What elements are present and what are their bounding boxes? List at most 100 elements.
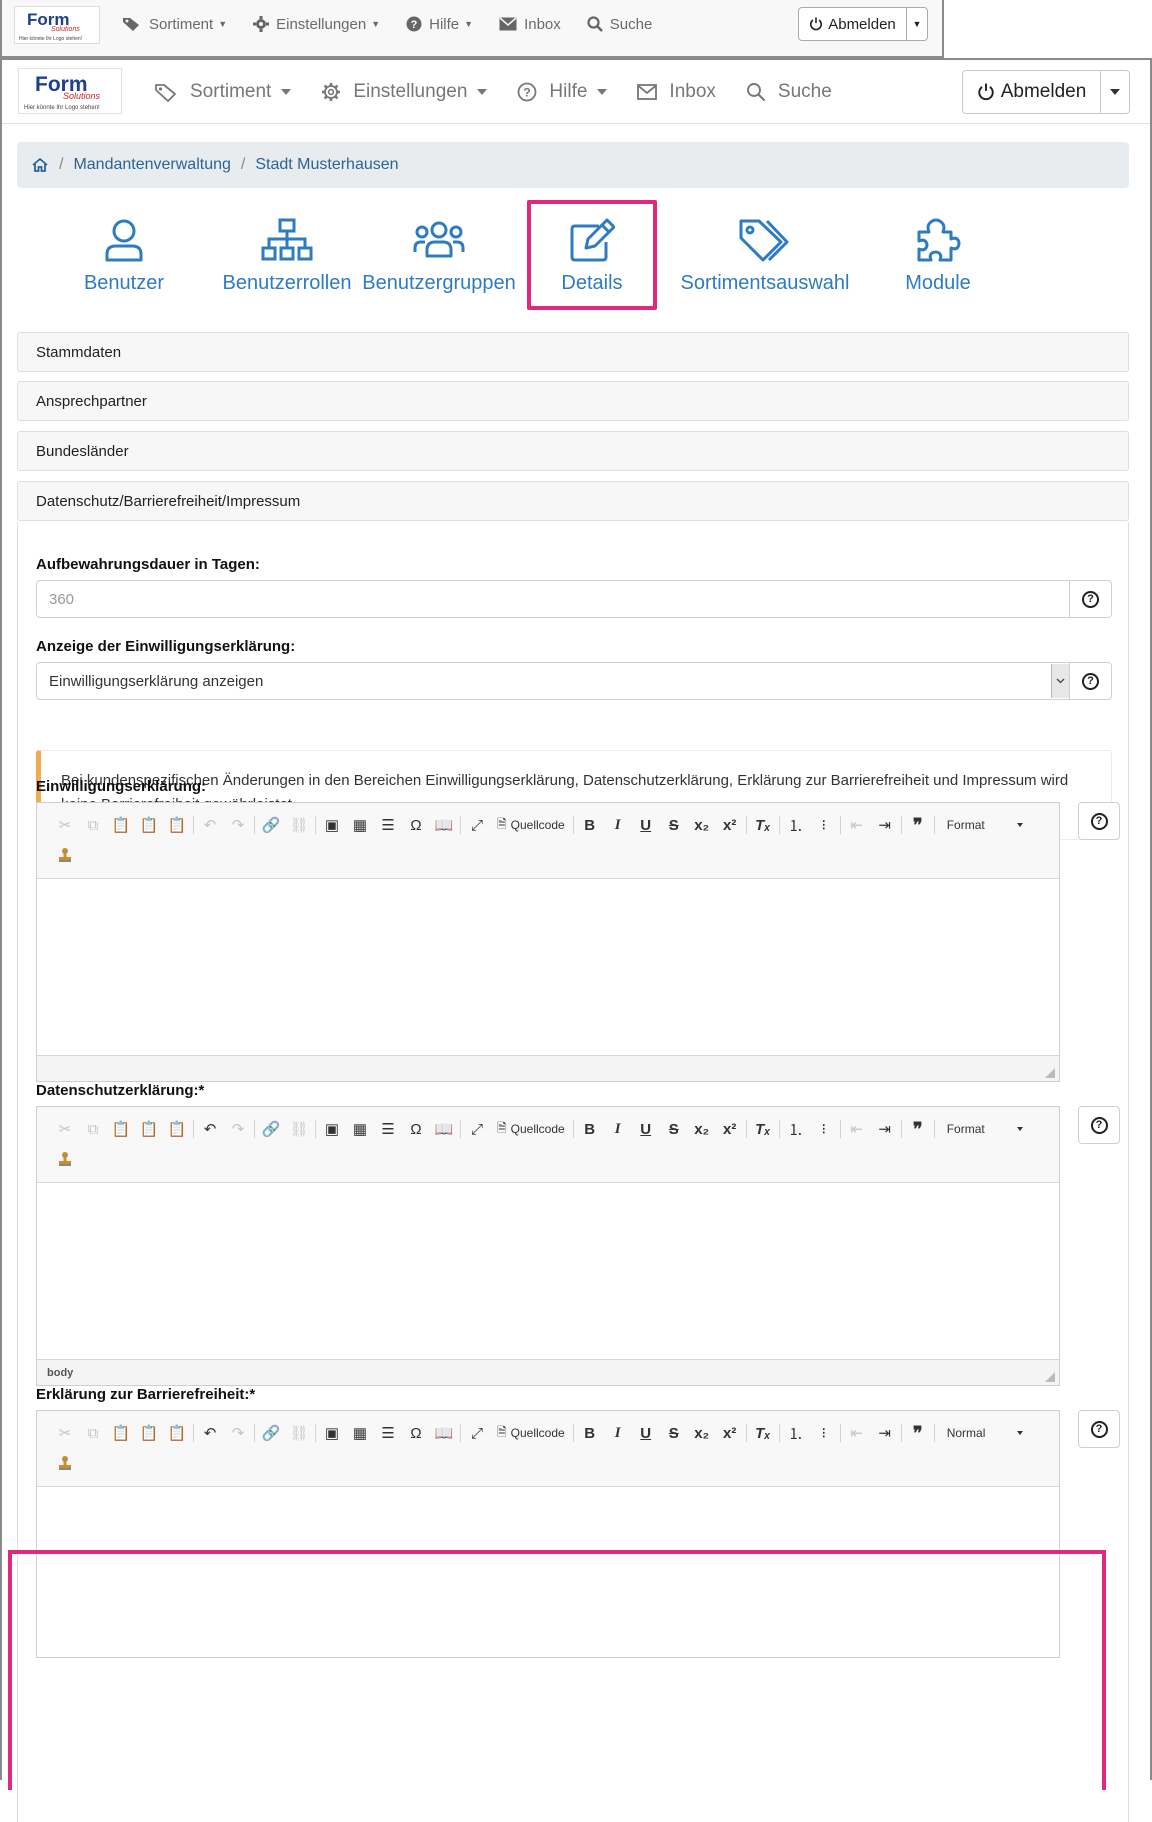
stamp-icon[interactable] [51,1147,79,1171]
cut-icon[interactable]: ✂ [51,1421,79,1445]
logout-dropdown[interactable] [1101,71,1129,113]
tile-module[interactable]: Module [873,200,1003,310]
paste-word-icon[interactable]: 📋 [163,813,191,837]
book-icon[interactable]: 📖 [430,813,458,837]
numbered-list-icon[interactable]: ⒈ [782,1117,810,1141]
blockquote-icon[interactable]: ❞ [904,1421,932,1445]
link-icon[interactable]: 🔗 [257,1421,285,1445]
nav-inbox[interactable]: Inbox [637,81,716,103]
remove-format-icon[interactable]: Tₓ [749,1117,777,1141]
tile-details[interactable]: Details [527,200,657,310]
logout-dropdown[interactable]: ▼ [907,8,927,40]
nav-hilfe[interactable]: ? Hilfe [517,81,608,103]
retention-input[interactable]: 360 [37,581,1069,617]
outdent-icon[interactable]: ⇤ [843,813,871,837]
superscript-icon[interactable]: x² [716,1117,744,1141]
unlink-icon[interactable]: ⛓ [285,813,313,837]
remove-format-icon[interactable]: Tₓ [749,1421,777,1445]
special-char-icon[interactable]: Ω [402,813,430,837]
blockquote-icon[interactable]: ❞ [904,813,932,837]
horizontal-rule-icon[interactable]: ☰ [374,1117,402,1141]
table-icon[interactable]: ▦ [346,1421,374,1445]
outdent-icon[interactable]: ⇤ [843,1421,871,1445]
logout-main[interactable]: Abmelden [963,71,1101,113]
editor-help-button[interactable]: ? [1078,802,1120,840]
superscript-icon[interactable]: x² [716,1421,744,1445]
nav-hilfe[interactable]: ? Hilfe ▼ [406,16,473,33]
link-icon[interactable]: 🔗 [257,1117,285,1141]
superscript-icon[interactable]: x² [716,813,744,837]
nav-einstellungen[interactable]: Einstellungen ▼ [253,16,380,33]
undo-icon[interactable]: ↶ [196,1117,224,1141]
book-icon[interactable]: 📖 [430,1421,458,1445]
nav-suche[interactable]: Suche [746,81,832,103]
maximize-icon[interactable]: ⤢ [463,1421,491,1445]
logo[interactable]: Form Solutions Hier könnte Ihr Logo steh… [18,68,122,114]
stamp-icon[interactable] [51,1451,79,1475]
editor-content[interactable] [37,879,1059,1055]
paste-text-icon[interactable]: 📋 [135,1421,163,1445]
paste-word-icon[interactable]: 📋 [163,1117,191,1141]
paste-text-icon[interactable]: 📋 [135,1117,163,1141]
bullet-list-icon[interactable]: ⁝ [810,813,838,837]
book-icon[interactable]: 📖 [430,1117,458,1141]
special-char-icon[interactable]: Ω [402,1117,430,1141]
copy-icon[interactable]: ⧉ [79,813,107,837]
italic-icon[interactable]: I [604,1117,632,1141]
nav-suche[interactable]: Suche [587,16,652,33]
source-button[interactable]: 🗎 Quellcode [491,1421,571,1445]
underline-icon[interactable]: U [632,1421,660,1445]
format-dropdown[interactable]: Normal [937,1421,1033,1445]
indent-icon[interactable]: ⇥ [871,1117,899,1141]
redo-icon[interactable]: ↷ [224,1117,252,1141]
strikethrough-icon[interactable]: S [660,813,688,837]
paste-icon[interactable]: 📋 [107,813,135,837]
table-icon[interactable]: ▦ [346,813,374,837]
unlink-icon[interactable]: ⛓ [285,1117,313,1141]
maximize-icon[interactable]: ⤢ [463,813,491,837]
nav-sortiment[interactable]: Sortiment ▼ [122,16,227,33]
italic-icon[interactable]: I [604,1421,632,1445]
subscript-icon[interactable]: x₂ [688,1117,716,1141]
underline-icon[interactable]: U [632,813,660,837]
cut-icon[interactable]: ✂ [51,813,79,837]
logout-button[interactable]: Abmelden ▼ [798,7,928,41]
chevron-down-icon[interactable] [1051,664,1069,698]
blockquote-icon[interactable]: ❞ [904,1117,932,1141]
editor-help-button[interactable]: ? [1078,1106,1120,1144]
breadcrumb-stadt-musterhausen[interactable]: Stadt Musterhausen [255,156,398,174]
retention-help-button[interactable]: ? [1069,581,1111,617]
nav-einstellungen[interactable]: Einstellungen [321,81,488,103]
special-char-icon[interactable]: Ω [402,1421,430,1445]
editor-help-button[interactable]: ? [1078,1410,1120,1448]
copy-icon[interactable]: ⧉ [79,1421,107,1445]
logout-main[interactable]: Abmelden [799,8,907,40]
editor-content[interactable] [37,1183,1059,1359]
horizontal-rule-icon[interactable]: ☰ [374,1421,402,1445]
underline-icon[interactable]: U [632,1117,660,1141]
image-icon[interactable]: ▣ [318,813,346,837]
numbered-list-icon[interactable]: ⒈ [782,813,810,837]
numbered-list-icon[interactable]: ⒈ [782,1421,810,1445]
strikethrough-icon[interactable]: S [660,1421,688,1445]
cut-icon[interactable]: ✂ [51,1117,79,1141]
nav-sortiment[interactable]: Sortiment [154,81,292,103]
accordion-stammdaten[interactable]: Stammdaten [17,332,1129,372]
resize-handle[interactable] [1045,1068,1055,1078]
subscript-icon[interactable]: x₂ [688,1421,716,1445]
bullet-list-icon[interactable]: ⁝ [810,1117,838,1141]
home-icon[interactable] [31,157,49,173]
remove-format-icon[interactable]: Tₓ [749,813,777,837]
undo-icon[interactable]: ↶ [196,1421,224,1445]
image-icon[interactable]: ▣ [318,1421,346,1445]
logout-button[interactable]: Abmelden [962,70,1130,114]
tile-benutzer[interactable]: Benutzer [49,200,199,310]
horizontal-rule-icon[interactable]: ☰ [374,813,402,837]
paste-icon[interactable]: 📋 [107,1421,135,1445]
accordion-datenschutz[interactable]: Datenschutz/Barrierefreiheit/Impressum [17,481,1129,521]
element-path[interactable]: body [47,1367,73,1379]
bold-icon[interactable]: B [576,813,604,837]
source-button[interactable]: 🗎 Quellcode [491,1117,571,1141]
format-dropdown[interactable]: Format [937,813,1033,837]
bold-icon[interactable]: B [576,1421,604,1445]
